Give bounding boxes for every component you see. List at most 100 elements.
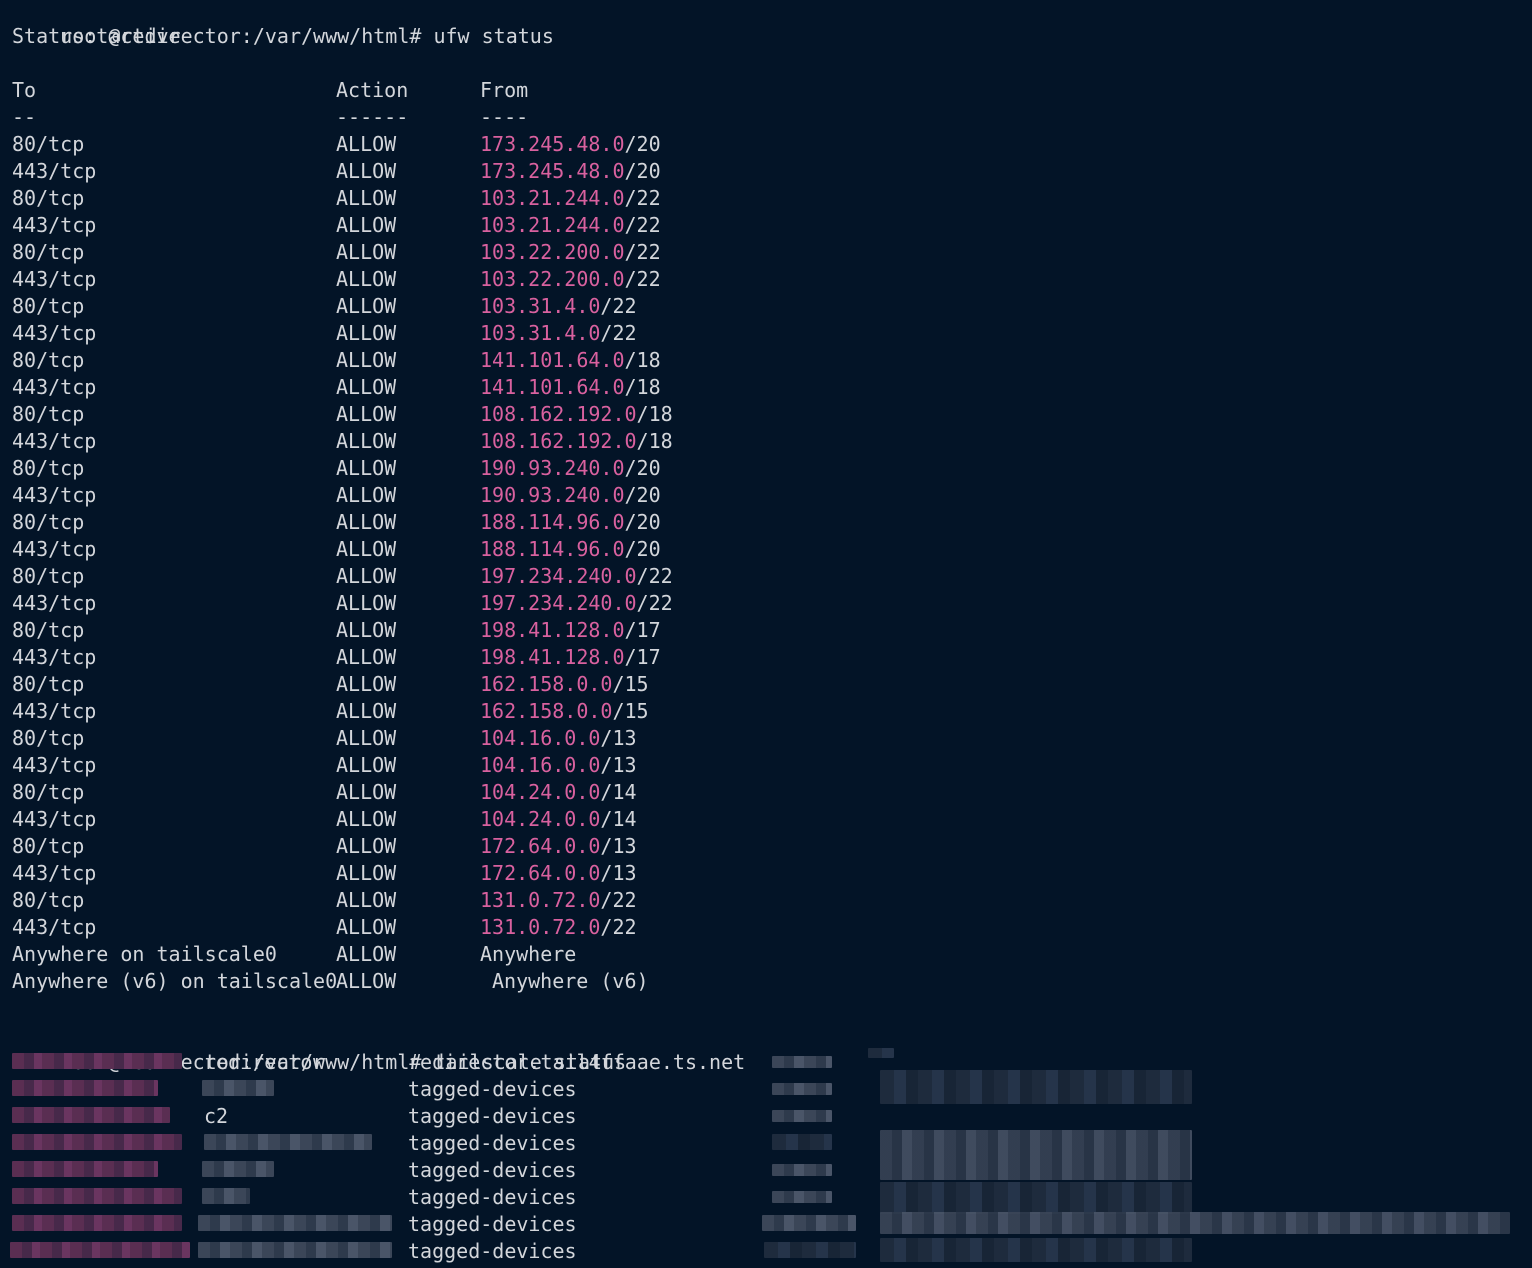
ufw-rule-row: 443/tcp ALLOW 103.22.200.0/22 — [12, 266, 912, 293]
rule-from-ip: 188.114.96.0 — [480, 510, 625, 534]
ufw-rule-row: 80/tcp ALLOW 103.31.4.0/22 — [12, 293, 912, 320]
rule-to: 443/tcp — [12, 915, 97, 939]
rule-from-mask: /20 — [624, 159, 661, 183]
rule-from: 141.101.64.0/18 — [480, 347, 661, 374]
rule-from-mask: /18 — [636, 429, 673, 453]
rule-action: ALLOW — [336, 861, 397, 885]
rule-from: 188.114.96.0/20 — [480, 509, 661, 536]
rule-from-ip: 103.21.244.0 — [480, 213, 625, 237]
rule-from-mask: /13 — [600, 726, 637, 750]
rule-from-mask: /14 — [600, 807, 637, 831]
rule-action: ALLOW — [336, 375, 397, 399]
rule-from: 103.22.200.0/22 — [480, 239, 661, 266]
rule-from: 188.114.96.0/20 — [480, 536, 661, 563]
rule-from: 162.158.0.0/15 — [480, 698, 649, 725]
ufw-rule-tailscale-v6: Anywhere (v6) on tailscale0 ALLOW Anywhe… — [12, 968, 912, 995]
rule-from-mask: /22 — [600, 294, 637, 318]
rule-from-ip: 103.31.4.0 — [480, 321, 601, 345]
rule-from-ip: 172.64.0.0 — [480, 861, 601, 885]
ufw-rule-row: 80/tcp ALLOW 197.234.240.0/22 — [12, 563, 912, 590]
rule-from-ip: 190.93.240.0 — [480, 456, 625, 480]
rule-from-ip: 141.101.64.0 — [480, 375, 625, 399]
rule-from-mask: /18 — [636, 402, 673, 426]
rule-action: ALLOW — [336, 456, 397, 480]
rule-from-mask: /22 — [636, 591, 673, 615]
rule-from-ip: 190.93.240.0 — [480, 483, 625, 507]
rule-from-mask: /20 — [624, 510, 661, 534]
rule-from-ip: 198.41.128.0 — [480, 645, 625, 669]
rule-from-ip: 104.24.0.0 — [480, 780, 601, 804]
rule-from-ip: 198.41.128.0 — [480, 618, 625, 642]
rule-to: 80/tcp — [12, 240, 85, 264]
rule-from-ip: 141.101.64.0 — [480, 348, 625, 372]
rule-action: ALLOW — [336, 645, 397, 669]
ufw-rule-row: 443/tcp ALLOW 131.0.72.0/22 — [12, 914, 912, 941]
tailscale-user: tagged-devices — [408, 1131, 577, 1155]
tailscale-hostname: redirector — [204, 1050, 325, 1074]
rule-to: 80/tcp — [12, 618, 85, 642]
rule-to: 80/tcp — [12, 348, 85, 372]
ufw-rule-row: 443/tcp ALLOW 162.158.0.0/15 — [12, 698, 912, 725]
rule-action: ALLOW — [336, 159, 397, 183]
rule-to: 443/tcp — [12, 699, 97, 723]
rule-to: 80/tcp — [12, 510, 85, 534]
rule-from-ip: 162.158.0.0 — [480, 672, 613, 696]
rule-from-ip: 162.158.0.0 — [480, 699, 613, 723]
rule-action: ALLOW — [336, 672, 397, 696]
rule-from: 103.21.244.0/22 — [480, 185, 661, 212]
rule-from-ip: 103.31.4.0 — [480, 294, 601, 318]
rule-to: 80/tcp — [12, 402, 85, 426]
rule-from-ip: 103.22.200.0 — [480, 240, 625, 264]
tailscale-hostname: c2 — [204, 1104, 229, 1128]
rule-to: 80/tcp — [12, 132, 85, 156]
rule-from: 197.234.240.0/22 — [480, 590, 673, 617]
ufw-rule-row: 443/tcp ALLOW 104.24.0.0/14 — [12, 806, 912, 833]
rule-action: ALLOW — [336, 726, 397, 750]
rule-to: 443/tcp — [12, 537, 97, 561]
rule-action: ALLOW — [336, 240, 397, 264]
rule-to: 443/tcp — [12, 645, 97, 669]
rule-action: ALLOW — [336, 564, 397, 588]
rule-from-mask: /20 — [624, 132, 661, 156]
rule-from-ip: 108.162.192.0 — [480, 429, 637, 453]
rule-from-ip: 188.114.96.0 — [480, 537, 625, 561]
rule-from-mask: /18 — [624, 348, 661, 372]
tailscale-user: redirector.tail4ffaae.ts.net — [408, 1050, 746, 1074]
separator-action: ------ — [336, 105, 409, 129]
rule-action: ALLOW — [336, 267, 397, 291]
rule-to: 80/tcp — [12, 186, 85, 210]
rule-from: 104.24.0.0/14 — [480, 779, 637, 806]
rule-action: ALLOW — [336, 510, 397, 534]
ufw-rule-row: 443/tcp ALLOW 190.93.240.0/20 — [12, 482, 912, 509]
rule-from-ip: 173.245.48.0 — [480, 159, 625, 183]
ufw-rule-row: 80/tcp ALLOW 190.93.240.0/20 — [12, 455, 912, 482]
rule-from-mask: /15 — [612, 672, 649, 696]
header-to: To — [12, 78, 37, 102]
rule-from: 197.234.240.0/22 — [480, 563, 673, 590]
terminal-window[interactable]: root@redirector:/var/www/html# ufw statu… — [0, 0, 1532, 1268]
rule-from: 103.31.4.0/22 — [480, 320, 637, 347]
rule-from: 162.158.0.0/15 — [480, 671, 649, 698]
header-action: Action — [336, 78, 409, 102]
rule-from: 172.64.0.0/13 — [480, 833, 637, 860]
ufw-rule-row: 80/tcp ALLOW 141.101.64.0/18 — [12, 347, 912, 374]
separator-from: ---- — [480, 105, 529, 129]
rule-to: 443/tcp — [12, 861, 97, 885]
rule-from-ip: 103.21.244.0 — [480, 186, 625, 210]
header-from: From — [480, 78, 529, 102]
rule-to: 80/tcp — [12, 726, 85, 750]
ufw-rule-row: 443/tcp ALLOW 188.114.96.0/20 — [12, 536, 912, 563]
rule-to: 443/tcp — [12, 753, 97, 777]
rule-from-mask: /17 — [624, 618, 661, 642]
rule-action: ALLOW — [336, 807, 397, 831]
ufw-rule-row: 443/tcp ALLOW 104.16.0.0/13 — [12, 752, 912, 779]
rule-from-ip: 104.16.0.0 — [480, 726, 601, 750]
rule-to: 443/tcp — [12, 321, 97, 345]
rule-from: Anywhere — [480, 942, 577, 966]
rule-from-ip: 108.162.192.0 — [480, 402, 637, 426]
ufw-rule-row: 80/tcp ALLOW 198.41.128.0/17 — [12, 617, 912, 644]
ufw-rule-tailscale-v4: Anywhere on tailscale0 ALLOW Anywhere — [12, 941, 912, 968]
rule-from-mask: /22 — [600, 321, 637, 345]
rule-to: 443/tcp — [12, 591, 97, 615]
rule-to: 443/tcp — [12, 267, 97, 291]
